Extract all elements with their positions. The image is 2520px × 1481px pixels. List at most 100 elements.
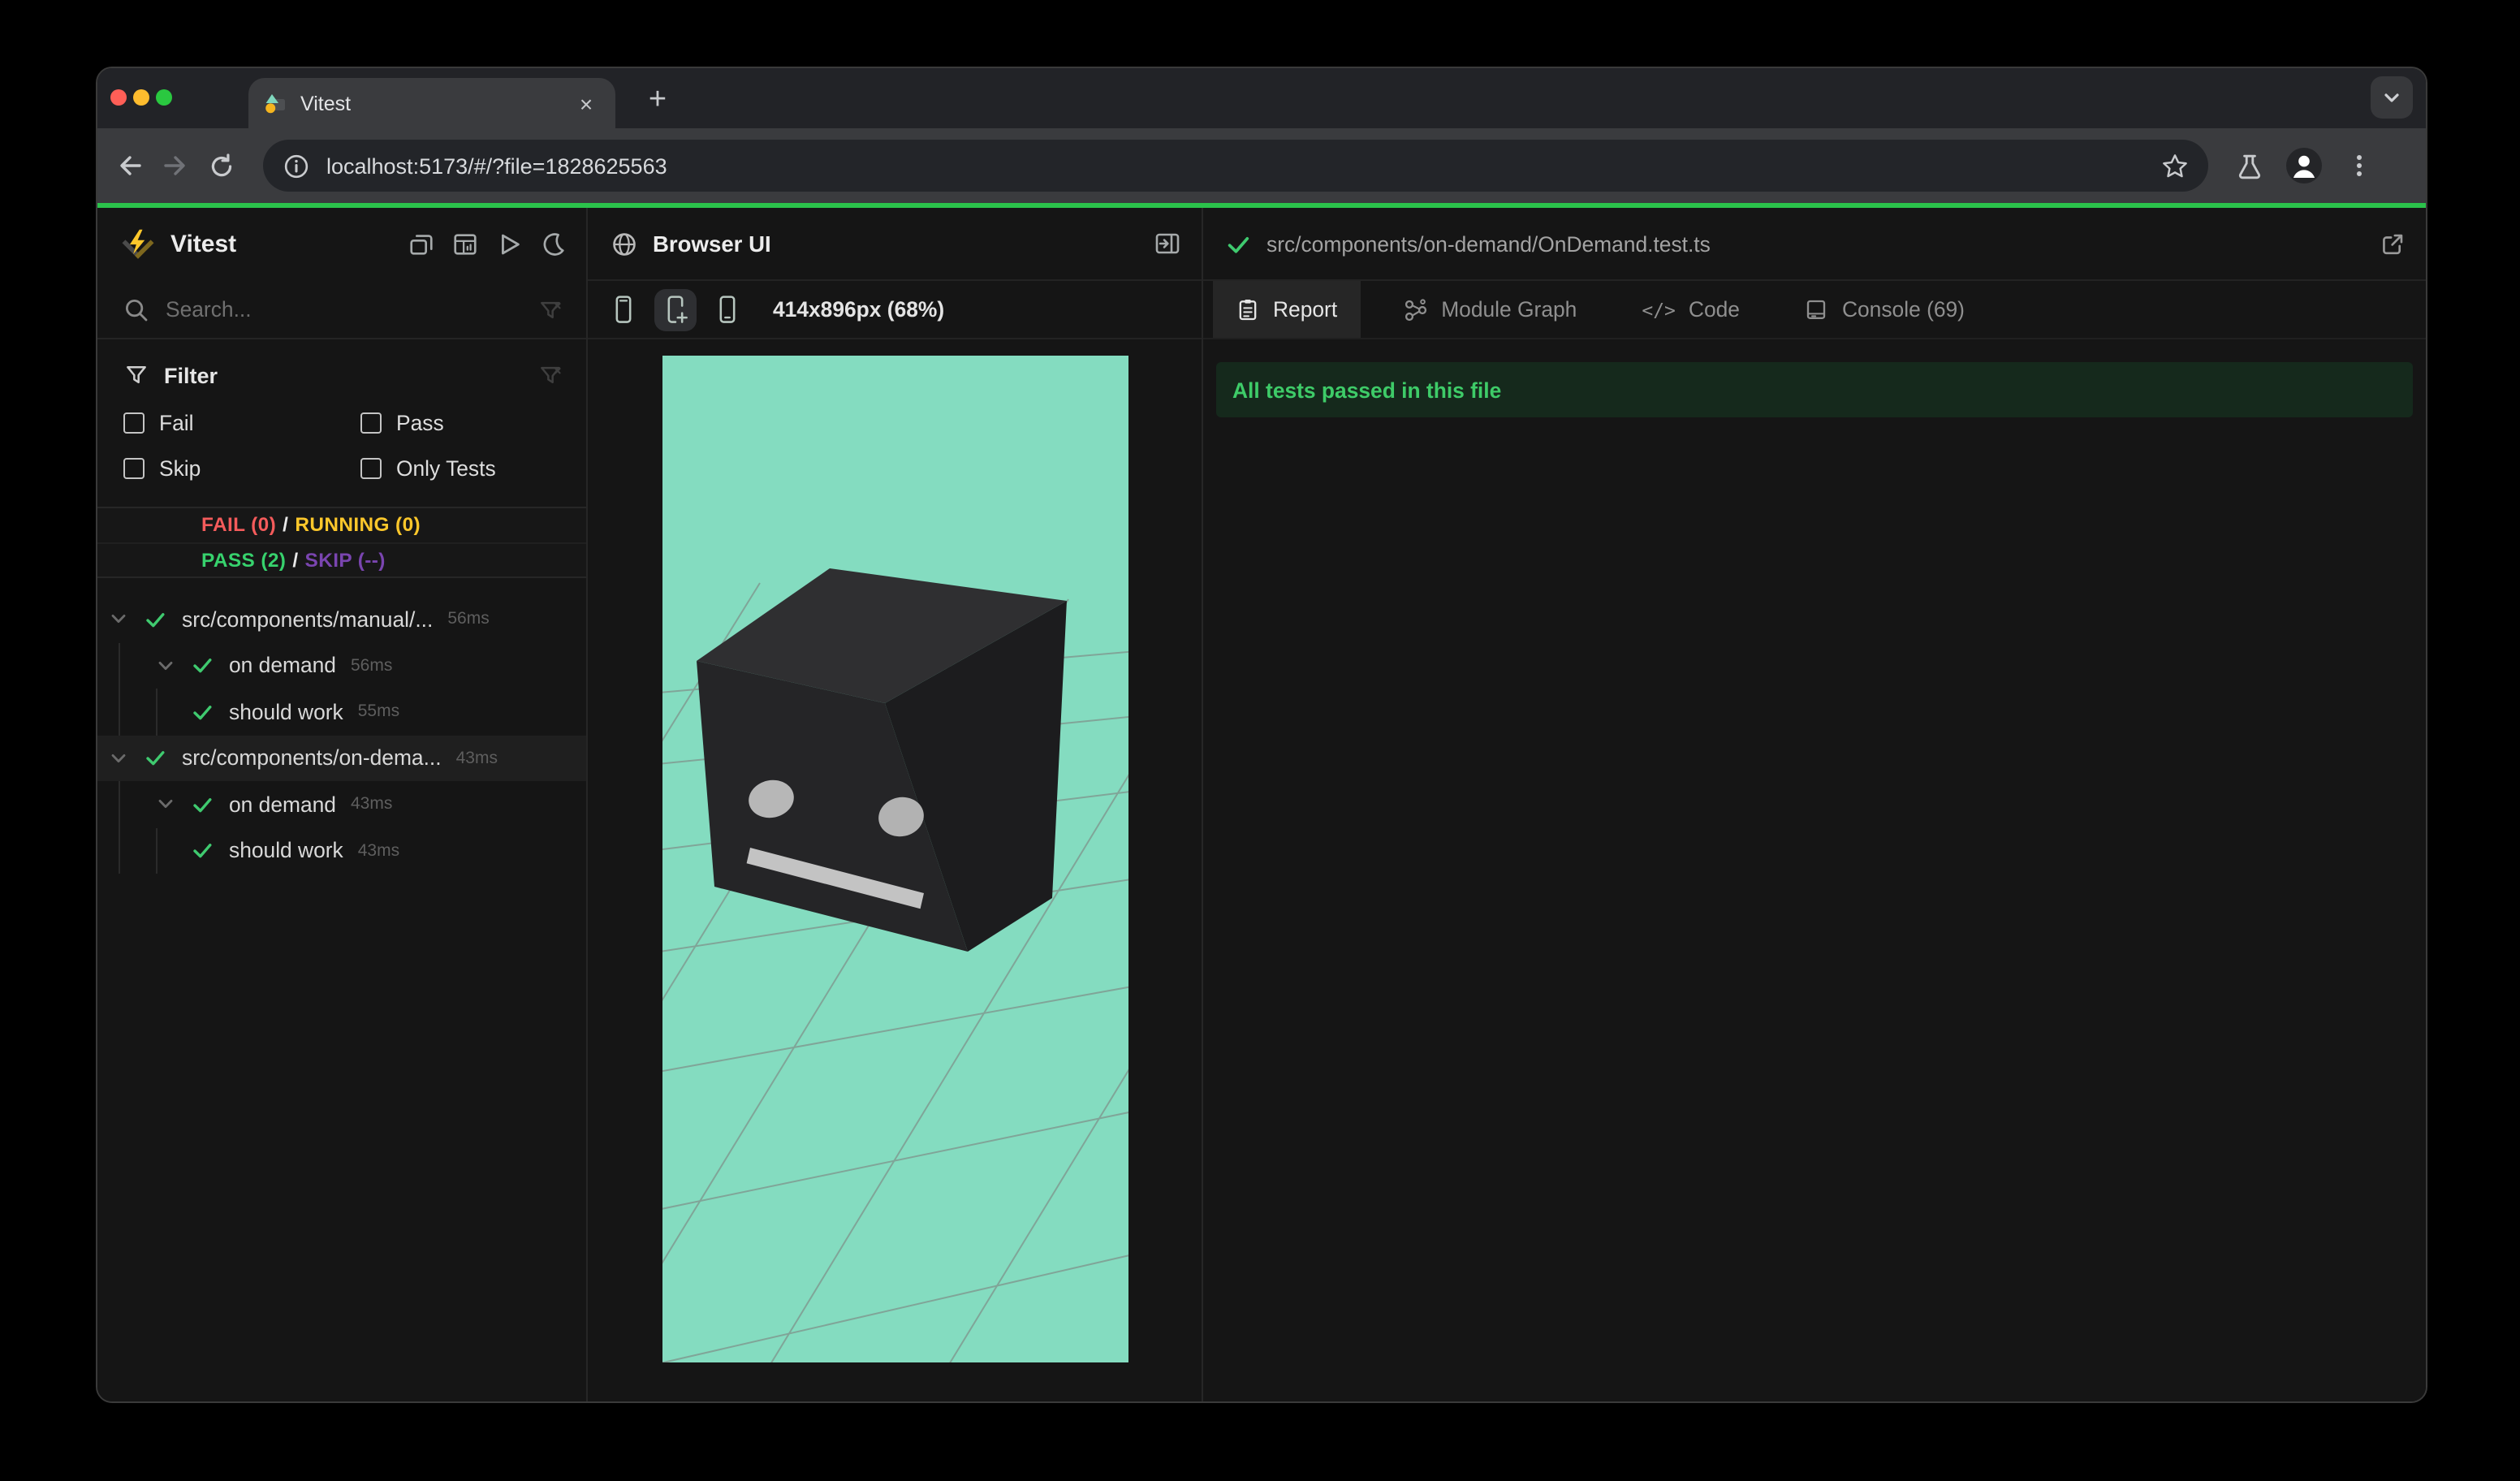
- clear-search-filter-icon[interactable]: [537, 296, 563, 322]
- test-label: src/components/manual/...: [182, 607, 434, 632]
- browser-tab-vitest[interactable]: Vitest ×: [248, 78, 615, 128]
- sidebar-actions: [403, 227, 570, 262]
- bookmark-star-icon[interactable]: [2161, 152, 2189, 179]
- filter-title: Filter: [164, 363, 218, 387]
- test-case-row[interactable]: should work 55ms: [97, 689, 586, 735]
- vitest-ui: Vitest Search... Filter Fail Pass Skip O…: [97, 208, 2426, 1401]
- indent-guide: [119, 689, 120, 735]
- url-text: localhost:5173/#/?file=1828625563: [326, 153, 667, 178]
- indent-guide: [156, 827, 158, 874]
- viewport-size-label: 414x896px (68%): [773, 297, 945, 322]
- tab-code[interactable]: </> Code: [1619, 281, 1763, 338]
- chevron-down-icon: [2384, 93, 2399, 102]
- browser-preview-canvas[interactable]: [662, 356, 1128, 1362]
- test-duration: 56ms: [351, 655, 393, 676]
- reload-button[interactable]: [198, 143, 244, 188]
- checkbox-icon: [360, 458, 382, 479]
- pass-count: PASS (2): [201, 549, 287, 572]
- test-suite-row[interactable]: on demand 43ms: [97, 781, 586, 827]
- device-phone-home-icon: [719, 295, 736, 322]
- pass-check-icon: [192, 794, 213, 815]
- site-info-icon[interactable]: [283, 152, 310, 179]
- chevron-down-icon[interactable]: [156, 656, 175, 676]
- filter-checkbox-skip[interactable]: Skip: [123, 456, 360, 481]
- pass-check-icon: [145, 609, 166, 630]
- traffic-light-close[interactable]: [110, 89, 127, 105]
- screen: Vitest × + localhost:5173/#/?file=182862…: [0, 0, 2520, 1481]
- test-label: should work: [229, 838, 343, 863]
- new-tab-button[interactable]: +: [636, 80, 679, 122]
- stats-separator: /: [283, 513, 289, 536]
- all-tests-passed-banner: All tests passed in this file: [1216, 362, 2413, 417]
- chevron-down-icon[interactable]: [109, 610, 128, 629]
- clear-filter-icon[interactable]: [537, 362, 563, 388]
- search-input[interactable]: [166, 297, 537, 322]
- test-label: src/components/on-dema...: [182, 745, 442, 771]
- report-panel: src/components/on-demand/OnDemand.test.t…: [1203, 208, 2426, 1401]
- fail-count: FAIL (0): [201, 513, 277, 536]
- forward-button[interactable]: [153, 143, 198, 188]
- experiments-flask-button[interactable]: [2224, 141, 2273, 190]
- tab-module-graph[interactable]: Module Graph: [1379, 281, 1599, 338]
- test-case-row[interactable]: should work 43ms: [97, 827, 586, 874]
- checkbox-icon: [123, 458, 145, 479]
- traffic-light-minimize[interactable]: [133, 89, 149, 105]
- browser-ui-header: Browser UI: [588, 208, 1202, 281]
- pass-check-icon: [1226, 231, 1250, 256]
- test-file-path: src/components/on-demand/OnDemand.test.t…: [1266, 231, 1711, 256]
- tab-label: Console (69): [1841, 297, 1965, 322]
- browser-ui-title: Browser UI: [653, 231, 771, 256]
- tab-console[interactable]: Console (69): [1782, 281, 1987, 338]
- profile-button[interactable]: [2280, 141, 2328, 190]
- tab-label: Module Graph: [1441, 297, 1577, 322]
- chevron-down-icon[interactable]: [109, 749, 128, 768]
- url-bar[interactable]: localhost:5173/#/?file=1828625563: [263, 140, 2208, 192]
- run-all-button[interactable]: [490, 227, 526, 262]
- indent-guide: [119, 827, 120, 874]
- filter-checkbox-pass[interactable]: Pass: [360, 411, 560, 435]
- test-label: should work: [229, 699, 343, 724]
- test-suite-row[interactable]: on demand 56ms: [97, 642, 586, 689]
- collapse-panels-button[interactable]: [403, 227, 438, 262]
- checkbox-label: Fail: [159, 411, 194, 435]
- app-title: Vitest: [170, 231, 237, 258]
- tab-close-icon[interactable]: ×: [573, 92, 599, 114]
- filter-funnel-icon: [127, 365, 146, 384]
- theme-toggle-button[interactable]: [534, 227, 570, 262]
- dock-panel-right-icon[interactable]: [1153, 229, 1182, 258]
- test-duration: 56ms: [447, 609, 490, 629]
- test-file-row[interactable]: src/components/manual/... 56ms: [97, 596, 586, 642]
- back-button[interactable]: [107, 143, 153, 188]
- module-graph-icon: [1402, 296, 1428, 322]
- filter-header: Filter: [97, 339, 586, 388]
- console-icon: [1805, 297, 1829, 322]
- test-duration: 43ms: [357, 840, 400, 861]
- device-phone-add-button-active[interactable]: [654, 288, 697, 330]
- device-phone-home-button[interactable]: [708, 288, 747, 330]
- banner-text: All tests passed in this file: [1232, 378, 1502, 402]
- browser-window: Vitest × + localhost:5173/#/?file=182862…: [96, 67, 2427, 1403]
- indent-guide: [119, 642, 120, 689]
- browser-menu-button[interactable]: [2335, 141, 2384, 190]
- device-phone-icon: [615, 295, 632, 322]
- indent-guide: [156, 689, 158, 735]
- filter-checkbox-fail[interactable]: Fail: [123, 411, 360, 435]
- clipboard-report-icon: [1236, 297, 1260, 322]
- test-duration: 43ms: [351, 794, 393, 814]
- report-tabs: Report Module Graph </> Code Console (69…: [1203, 281, 2426, 339]
- chevron-down-icon[interactable]: [156, 795, 175, 814]
- tab-report[interactable]: Report: [1213, 281, 1361, 338]
- device-phone-button[interactable]: [604, 288, 643, 330]
- pass-check-icon: [192, 840, 213, 861]
- globe-icon: [613, 232, 636, 255]
- filter-checkbox-only-tests[interactable]: Only Tests: [360, 456, 560, 481]
- checkbox-icon: [123, 412, 145, 434]
- browser-tabstrip: Vitest × +: [97, 68, 2426, 128]
- open-in-editor-button[interactable]: [2379, 230, 2406, 257]
- external-link-icon: [2383, 233, 2403, 254]
- dashboard-button[interactable]: [447, 227, 482, 262]
- tab-search-chevron-button[interactable]: [2371, 76, 2413, 119]
- traffic-light-zoom[interactable]: [156, 89, 172, 105]
- moon-icon: [542, 233, 563, 256]
- test-file-row-selected[interactable]: src/components/on-dema... 43ms: [97, 735, 586, 781]
